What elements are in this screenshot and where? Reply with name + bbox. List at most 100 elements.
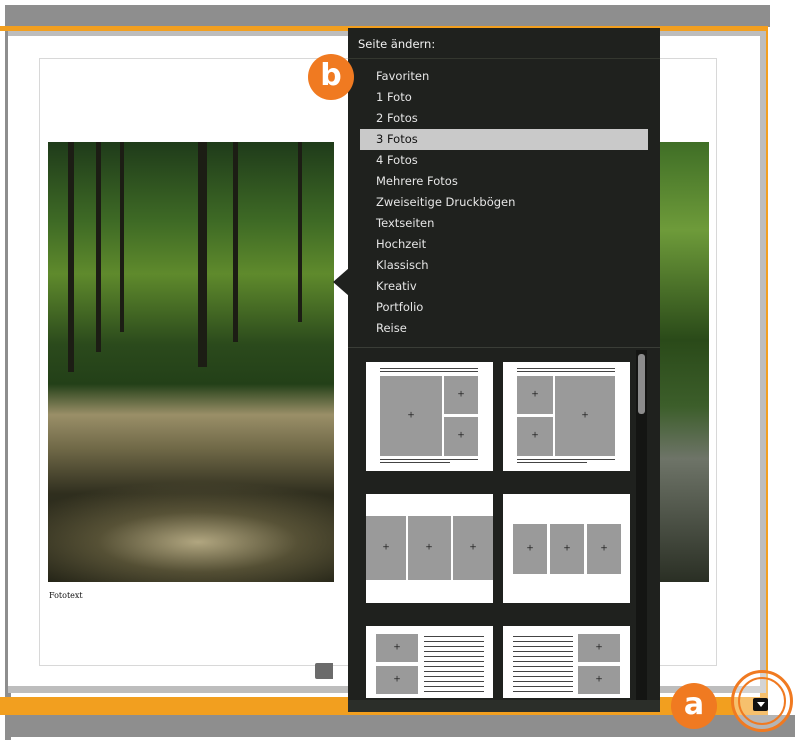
text-line <box>424 646 484 647</box>
layout-category-menu: Favoriten 1 Foto 2 Fotos 3 Fotos 4 Fotos… <box>360 66 648 339</box>
plus-icon: + <box>531 389 539 400</box>
text-line <box>517 368 615 369</box>
text-line <box>380 371 478 372</box>
divider <box>348 58 660 59</box>
caret-down-icon[interactable] <box>753 698 768 711</box>
menu-item-portfolio[interactable]: Portfolio <box>360 297 648 318</box>
layout-thumbnail[interactable]: + + + <box>366 362 493 471</box>
plus-icon: + <box>425 542 433 553</box>
text-line <box>517 462 587 463</box>
text-line <box>424 636 484 637</box>
photo-placeholder: + <box>555 376 615 456</box>
menu-item-favoriten[interactable]: Favoriten <box>360 66 648 87</box>
photo-placeholder: + <box>444 376 478 414</box>
text-line <box>424 671 484 672</box>
text-line <box>513 671 573 672</box>
text-line <box>424 666 484 667</box>
plus-icon: + <box>382 542 390 553</box>
plus-icon: + <box>595 674 603 685</box>
text-line <box>513 666 573 667</box>
tree-trunk <box>68 142 74 372</box>
plus-icon: + <box>531 430 539 441</box>
menu-item-reise[interactable]: Reise <box>360 318 648 339</box>
photo-placeholder: + <box>376 666 418 694</box>
thumbnail-scrollbar[interactable] <box>636 350 647 700</box>
plus-icon: + <box>393 642 401 653</box>
text-line <box>424 656 484 657</box>
text-line <box>424 651 484 652</box>
text-line <box>513 676 573 677</box>
plus-icon: + <box>581 410 589 421</box>
layout-thumbnail[interactable]: + + <box>366 626 493 698</box>
layout-thumbnail[interactable]: + + <box>503 626 630 698</box>
forest-photo-right[interactable] <box>660 142 709 582</box>
layout-thumbnail-grid: + + + + + + + + + + + + + + + + <box>364 362 634 698</box>
page-tab[interactable] <box>315 663 333 679</box>
photo-placeholder: + <box>550 524 584 574</box>
plus-icon: + <box>563 543 571 554</box>
menu-item-kreativ[interactable]: Kreativ <box>360 276 648 297</box>
menu-item-4-fotos[interactable]: 4 Fotos <box>360 150 648 171</box>
plus-icon: + <box>457 430 465 441</box>
text-line <box>513 656 573 657</box>
popover-title: Seite ändern: <box>358 37 436 51</box>
text-line <box>513 646 573 647</box>
plus-icon: + <box>407 410 415 421</box>
text-line <box>513 641 573 642</box>
photo-placeholder: + <box>408 516 451 580</box>
popover-footer <box>348 700 660 712</box>
photo-placeholder: + <box>444 417 478 456</box>
callout-a: a <box>671 683 717 729</box>
photo-placeholder: + <box>578 666 620 694</box>
photo-placeholder: + <box>366 516 406 580</box>
layout-thumbnail[interactable]: + + + <box>503 494 630 603</box>
text-line <box>424 681 484 682</box>
text-line <box>517 459 615 460</box>
menu-item-klassisch[interactable]: Klassisch <box>360 255 648 276</box>
divider <box>348 347 660 348</box>
plus-icon: + <box>526 543 534 554</box>
photo-placeholder: + <box>517 417 553 456</box>
photo-placeholder: + <box>453 516 493 580</box>
text-line <box>513 686 573 687</box>
photo-placeholder: + <box>380 376 442 456</box>
text-line <box>513 636 573 637</box>
text-line <box>380 459 478 460</box>
menu-item-3-fotos[interactable]: 3 Fotos <box>360 129 648 150</box>
change-page-popover: Seite ändern: Favoriten 1 Foto 2 Fotos 3… <box>348 28 660 712</box>
menu-item-textseiten[interactable]: Textseiten <box>360 213 648 234</box>
plus-icon: + <box>595 642 603 653</box>
tree-trunk <box>96 142 101 352</box>
scrollbar-thumb[interactable] <box>638 354 645 414</box>
photo-placeholder: + <box>578 634 620 662</box>
menu-item-zweiseitige-druckboegen[interactable]: Zweiseitige Druckbögen <box>360 192 648 213</box>
plus-icon: + <box>600 543 608 554</box>
text-line <box>424 641 484 642</box>
photo-placeholder: + <box>513 524 547 574</box>
layout-thumbnail[interactable]: + + + <box>366 494 493 603</box>
text-line <box>424 661 484 662</box>
text-line <box>513 661 573 662</box>
plus-icon: + <box>393 674 401 685</box>
forest-stream-photo[interactable] <box>48 142 334 582</box>
layout-thumbnail[interactable]: + + + <box>503 362 630 471</box>
plus-icon: + <box>469 542 477 553</box>
text-line <box>513 681 573 682</box>
text-line <box>380 462 450 463</box>
text-line <box>380 368 478 369</box>
tree-trunk <box>233 142 238 342</box>
text-line <box>424 676 484 677</box>
text-line <box>513 651 573 652</box>
menu-item-2-fotos[interactable]: 2 Fotos <box>360 108 648 129</box>
photo-placeholder: + <box>376 634 418 662</box>
photo-placeholder: + <box>587 524 621 574</box>
menu-item-1-foto[interactable]: 1 Foto <box>360 87 648 108</box>
plus-icon: + <box>457 389 465 400</box>
photo-caption[interactable]: Fototext <box>49 591 83 600</box>
text-line <box>513 691 573 692</box>
menu-item-hochzeit[interactable]: Hochzeit <box>360 234 648 255</box>
text-line <box>424 686 484 687</box>
popover-arrow <box>333 268 349 296</box>
menu-item-mehrere-fotos[interactable]: Mehrere Fotos <box>360 171 648 192</box>
photo-placeholder: + <box>517 376 553 414</box>
